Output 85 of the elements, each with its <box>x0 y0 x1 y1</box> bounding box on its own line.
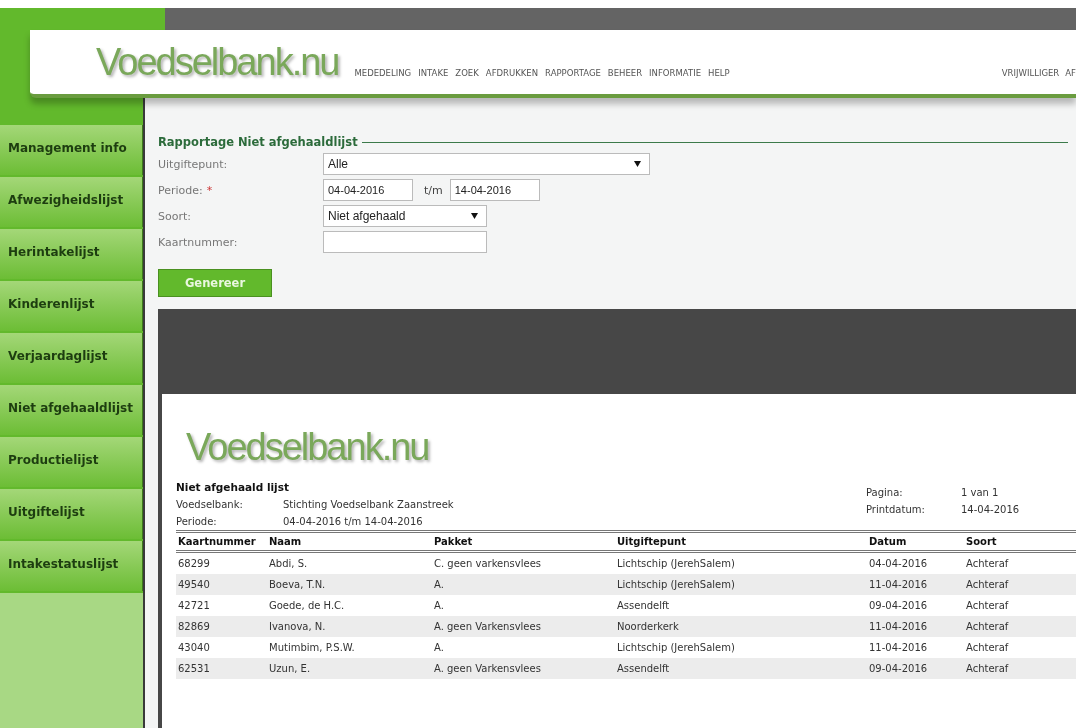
nav-link[interactable]: AF <box>1065 68 1076 78</box>
select-field[interactable]: Niet afgehaald <box>323 205 487 227</box>
nav-link[interactable]: ZOEK <box>455 68 479 78</box>
date-field[interactable]: 04-04-2016 <box>323 179 413 201</box>
meta-value: Stichting Voedselbank Zaanstreek <box>283 499 454 510</box>
table-cell-text: Achteraf <box>966 663 1010 674</box>
nav-link[interactable]: INTAKE <box>418 68 449 78</box>
table-cell-text: Achteraf <box>966 558 1010 569</box>
sidebar-item[interactable]: Intakestatuslijst <box>0 541 143 591</box>
table-cell-text: Lichtschip (JerehSalem) <box>617 579 736 590</box>
meta-label: Pagina: <box>866 487 904 498</box>
meta-label: Periode: <box>176 516 218 527</box>
sidebar-item[interactable]: Herintakelijst <box>0 229 143 279</box>
table-cell-text: A. <box>434 579 445 590</box>
report-logo: Voedselbank.nu <box>186 426 430 469</box>
column-header: Uitgiftepunt <box>617 536 687 547</box>
required-mark: * <box>206 183 213 197</box>
table-cell-text: Lichtschip (JerehSalem) <box>617 642 736 653</box>
table-cell-text: Noorderkerk <box>617 621 680 632</box>
table-cell-text: Achteraf <box>966 621 1010 632</box>
table-cell-text: 11-04-2016 <box>869 642 929 653</box>
meta-label: Voedselbank: <box>176 499 244 510</box>
meta-value: 14-04-2016 <box>961 504 1020 515</box>
date-field[interactable]: 14-04-2016 <box>449 179 540 201</box>
nav-link[interactable]: RAPPORTAGE <box>545 68 601 78</box>
nav-link[interactable]: HELP <box>708 68 730 78</box>
table-cell-text: Achteraf <box>966 579 1010 590</box>
field-label: Kaartnummer: <box>158 235 238 249</box>
sidebar-item[interactable]: Afwezigheidslijst <box>0 177 143 227</box>
report-title: Niet afgehaald lijst <box>176 481 290 493</box>
table-cell-text: A. geen Varkensvlees <box>434 621 542 632</box>
nav-link[interactable]: MEDEDELING <box>354 68 412 78</box>
table-cell-text: 42721 <box>178 600 211 611</box>
table-cell-text: 62531 <box>178 663 211 674</box>
table-cell-text: 04-04-2016 <box>869 558 929 569</box>
table-cell-text: A. <box>434 642 445 653</box>
table-cell-text: Achteraf <box>966 600 1010 611</box>
sidebar-item[interactable]: Verjaardaglijst <box>0 333 143 383</box>
field-label: Uitgiftepunt: <box>158 157 228 171</box>
table-cell-text: Achteraf <box>966 642 1010 653</box>
sidebar-item[interactable]: Uitgiftelijst <box>0 489 143 539</box>
table-cell-text: 49540 <box>178 579 211 590</box>
table-cell-text: 09-04-2016 <box>869 600 929 611</box>
sidebar-item[interactable]: Productielijst <box>0 437 143 487</box>
range-separator: t/m <box>424 183 443 197</box>
table-cell-text: Goede, de H.C. <box>269 600 346 611</box>
sidebar-item[interactable]: Niet afgehaaldlijst <box>0 385 143 435</box>
select-field[interactable]: Alle <box>323 153 650 175</box>
table-cell-text: Mutimbim, P.S.W. <box>269 642 356 653</box>
sidebar-item[interactable]: Management info <box>0 125 143 175</box>
table-cell-text: Boeva, T.N. <box>269 579 327 590</box>
table-cell-text: 43040 <box>178 642 211 653</box>
column-header: Naam <box>269 536 303 547</box>
table-cell-text: 68299 <box>178 558 211 569</box>
table-cell-text: C. geen varkensvlees <box>434 558 542 569</box>
meta-value: 04-04-2016 t/m 14-04-2016 <box>283 516 423 527</box>
table-cell-text: Ivanova, N. <box>269 621 327 632</box>
sidebar-item[interactable]: Kinderenlijst <box>0 281 143 331</box>
meta-label: Printdatum: <box>866 504 926 515</box>
meta-value: 1 van 1 <box>961 487 999 498</box>
nav-link[interactable]: AFDRUKKEN <box>485 68 539 78</box>
table-cell-text: 82869 <box>178 621 211 632</box>
field-label: Periode: <box>158 183 203 197</box>
column-header: Datum <box>869 536 908 547</box>
table-cell-text: 09-04-2016 <box>869 663 929 674</box>
form-title: Rapportage Niet afgehaaldlijst <box>158 135 358 149</box>
table-cell-text: Uzun, E. <box>269 663 312 674</box>
table-cell-text: A. <box>434 600 445 611</box>
nav-link[interactable]: BEHEER <box>607 68 643 78</box>
field-label: Soort: <box>158 209 191 223</box>
nav-link[interactable]: INFORMATIE <box>649 68 702 78</box>
caret-icon <box>471 213 478 219</box>
table-cell-text: 11-04-2016 <box>869 579 929 590</box>
caret-icon <box>634 161 641 167</box>
column-header: Soort <box>966 536 998 547</box>
table-cell-text: 11-04-2016 <box>869 621 929 632</box>
column-header: Pakket <box>434 536 474 547</box>
table-cell-text: Lichtschip (JerehSalem) <box>617 558 736 569</box>
nav-link[interactable]: VRIJWILLIGER <box>1001 68 1060 78</box>
column-header: Kaartnummer <box>178 536 257 547</box>
table-cell-text: Abdi, S. <box>269 558 309 569</box>
table-cell-text: Assendelft <box>617 663 671 674</box>
input-field[interactable] <box>323 231 487 253</box>
table-cell-text: Assendelft <box>617 600 671 611</box>
table-cell-text: A. geen Varkensvlees <box>434 663 542 674</box>
